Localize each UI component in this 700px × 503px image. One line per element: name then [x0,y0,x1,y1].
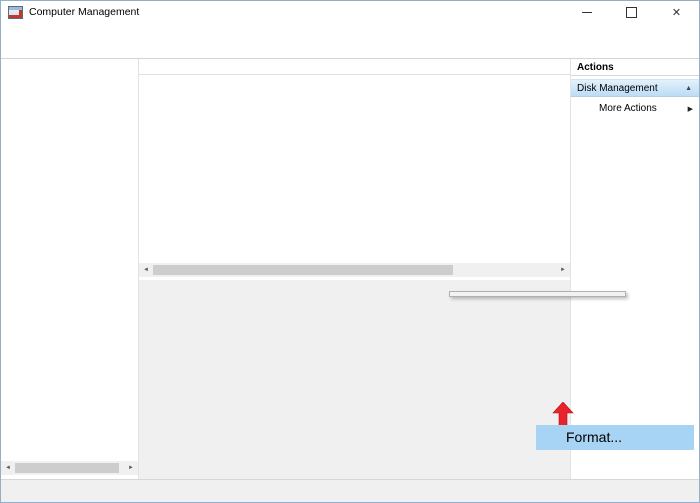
maximize-icon[interactable] [609,1,654,23]
actions-pane: Actions Disk Management ▲ More Actions ▶ [571,59,699,479]
minimize-icon[interactable] [564,1,609,23]
scroll-right-icon[interactable]: ► [124,461,138,475]
scroll-right-icon[interactable]: ► [556,263,570,277]
volume-list-pane: ◄ ► [139,59,570,277]
computer-management-window: Computer Management ✕ ◄ ► ◄ [0,0,700,503]
toolbar [1,41,699,59]
more-actions-item[interactable]: More Actions ▶ [571,100,699,117]
scroll-left-icon[interactable]: ◄ [139,263,153,277]
scroll-left-icon[interactable]: ◄ [1,461,15,475]
menu-bar [1,23,699,41]
actions-group-disk-management[interactable]: Disk Management ▲ [571,79,699,97]
close-icon[interactable]: ✕ [654,1,699,23]
expand-right-icon: ▶ [688,105,693,113]
app-icon [8,6,23,19]
tree-horizontal-scrollbar[interactable]: ◄ ► [1,461,138,475]
more-actions-label: More Actions [599,103,657,114]
console-tree-pane: ◄ ► [1,59,139,479]
actions-group-label: Disk Management [577,83,658,94]
status-bar [1,479,699,502]
callout-arrow-icon [552,402,574,426]
format-callout-label: Format... [566,429,622,445]
window-controls: ✕ [564,1,699,23]
volume-list-header [139,59,570,75]
disk-management-pane: ◄ ► [139,59,571,479]
graphical-view-pane [139,280,570,479]
title-bar: Computer Management ✕ [1,1,699,23]
window-title: Computer Management [29,6,139,18]
actions-header: Actions [571,59,699,76]
format-callout: Format... [536,425,694,450]
scrollbar-thumb[interactable] [153,265,453,275]
console-tree [1,59,138,62]
context-menu [449,291,626,297]
scrollbar-thumb[interactable] [15,463,119,473]
volume-list-horizontal-scrollbar[interactable]: ◄ ► [139,263,570,277]
collapse-icon[interactable]: ▲ [685,85,692,92]
main-area: ◄ ► ◄ ► Actions Disk Manageme [1,59,699,479]
